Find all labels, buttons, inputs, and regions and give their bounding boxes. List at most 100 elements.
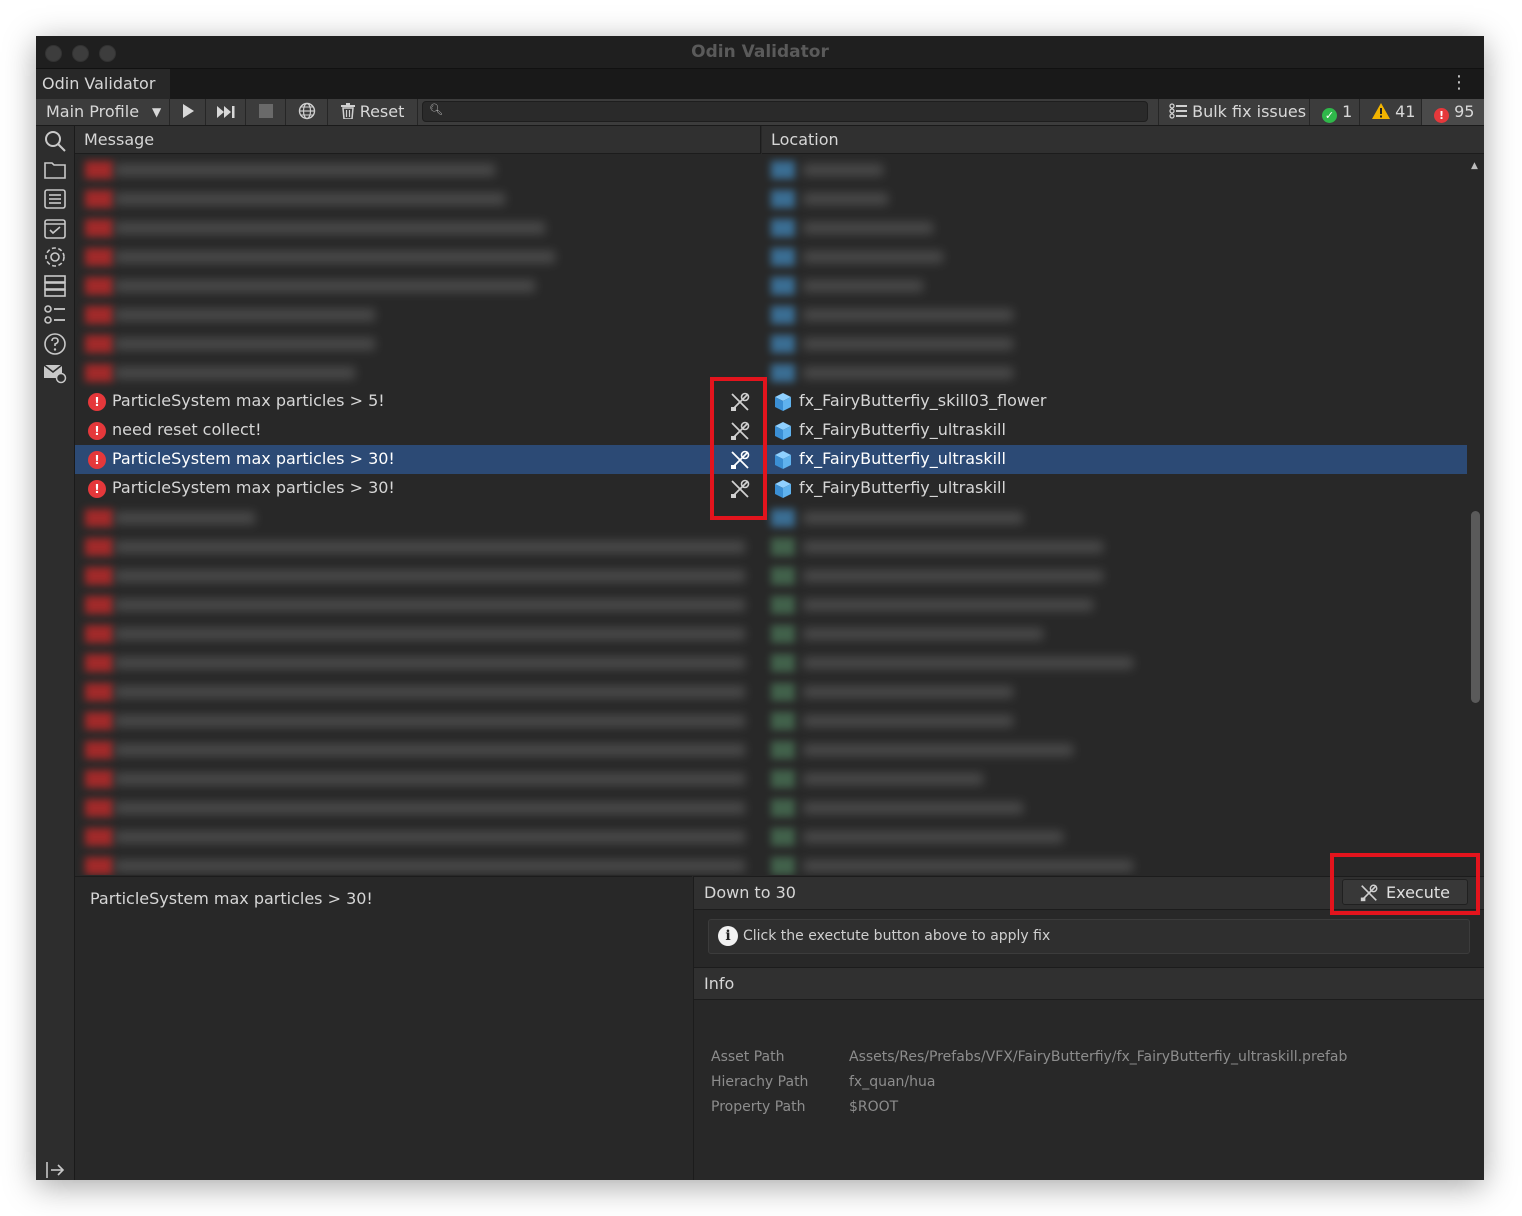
fix-details-panel: Down to 30 Execute i Click the exectute … [693, 876, 1484, 1180]
selected-message-panel: ParticleSystem max particles > 30! [75, 876, 692, 1180]
reset-button[interactable]: Reset [328, 99, 418, 125]
blurred-row[interactable] [75, 532, 1467, 561]
search-input[interactable]: 🔍︎ [422, 101, 1148, 122]
fix-title: Down to 30 [704, 883, 796, 902]
blurred-row[interactable] [75, 735, 1467, 764]
stop-icon [258, 104, 273, 118]
search-icon: 🔍︎ [429, 103, 443, 116]
left-navigation [36, 126, 75, 1180]
play-icon [182, 104, 194, 118]
bulk-fix-button[interactable]: Bulk fix issues [1158, 99, 1308, 125]
step-forward-button[interactable] [206, 99, 246, 125]
hierarchy-path-label: Hierachy Path [711, 1074, 809, 1090]
issue-location: fx_FairyButterfiy_ultraskill [799, 449, 1006, 468]
issue-location: fx_FairyButterfiy_skill03_flower [799, 391, 1047, 410]
stacked-rows-icon[interactable] [43, 274, 67, 298]
blurred-row[interactable] [75, 851, 1467, 875]
prefab-cube-icon [775, 422, 791, 440]
error-icon: ! [88, 393, 106, 411]
prefab-cube-icon [775, 480, 791, 498]
blurred-row[interactable] [75, 213, 1467, 242]
issue-message: ParticleSystem max particles > 30! [112, 478, 395, 497]
list-icon[interactable] [43, 187, 67, 211]
error-icon: ! [88, 480, 106, 498]
issue-message: ParticleSystem max particles > 30! [112, 449, 395, 468]
blurred-row[interactable] [75, 590, 1467, 619]
message-column-header[interactable]: Message [75, 126, 761, 154]
toolbar: Main Profile ▼ Reset 🔍︎ Bulk fix issues … [36, 99, 1484, 126]
blurred-row[interactable] [75, 503, 1467, 532]
blurred-row[interactable] [75, 822, 1467, 851]
dropdown-arrow-icon: ▼ [152, 105, 162, 119]
property-path-label: Property Path [711, 1099, 806, 1115]
fix-buttons-highlight [710, 377, 767, 520]
vertical-ellipsis-icon[interactable]: ⋮ [1450, 72, 1468, 93]
window-title: Odin Validator [691, 42, 829, 62]
collapse-panel-icon[interactable] [43, 1158, 67, 1180]
gear-icon[interactable] [43, 245, 67, 269]
checklist-icon[interactable] [43, 303, 67, 327]
blurred-row[interactable] [75, 793, 1467, 822]
execute-button-highlight [1330, 853, 1480, 915]
scroll-up-arrow-icon[interactable]: ▲ [1471, 161, 1478, 171]
check-circle-icon: ✓ [1322, 108, 1337, 123]
mail-settings-icon[interactable] [43, 361, 67, 385]
tab-odin-validator[interactable]: Odin Validator [36, 69, 170, 99]
globe-icon [298, 102, 315, 120]
valid-count: 1 [1342, 102, 1353, 121]
fix-hint: Click the exectute button above to apply… [743, 928, 1051, 944]
blurred-row[interactable] [75, 271, 1467, 300]
blurred-row[interactable] [75, 329, 1467, 358]
warning-count: 41 [1395, 102, 1416, 121]
warning-filter-toggle[interactable]: 41 [1359, 99, 1421, 125]
blurred-row[interactable] [75, 300, 1467, 329]
error-icon: ! [88, 422, 106, 440]
asset-path-value: Assets/Res/Prefabs/VFX/FairyButterfiy/fx… [849, 1049, 1348, 1065]
issue-message: ParticleSystem max particles > 5! [112, 391, 385, 410]
issue-row[interactable]: ! need reset collect! fx_FairyButterfiy_… [75, 416, 1467, 445]
location-column-header[interactable]: Location [762, 126, 1484, 154]
property-path-value: $ROOT [849, 1099, 899, 1115]
warning-triangle-icon [1372, 103, 1390, 119]
prefab-cube-icon [775, 393, 791, 411]
checklist-icon [1169, 103, 1187, 119]
blurred-row[interactable] [75, 706, 1467, 735]
calendar-check-icon[interactable] [43, 216, 67, 240]
blurred-row[interactable] [75, 184, 1467, 213]
valid-filter-toggle[interactable]: ✓ 1 [1309, 99, 1359, 125]
issue-message: need reset collect! [112, 420, 262, 439]
help-icon[interactable] [43, 332, 67, 356]
issue-row[interactable]: ! ParticleSystem max particles > 30! fx_… [75, 474, 1467, 503]
blurred-row[interactable] [75, 561, 1467, 590]
issue-list[interactable]: ! ParticleSystem max particles > 5! fx_F… [75, 155, 1467, 875]
profile-label: Main Profile [46, 102, 140, 121]
error-circle-icon: ! [1434, 108, 1449, 123]
issue-location: fx_FairyButterfiy_ultraskill [799, 478, 1006, 497]
reset-label: Reset [359, 102, 405, 121]
blurred-row[interactable] [75, 358, 1467, 387]
tab-strip: Odin Validator ⋮ [36, 69, 1484, 99]
blurred-row[interactable] [75, 648, 1467, 677]
title-bar: Odin Validator [36, 36, 1484, 69]
trash-icon [340, 103, 355, 120]
profile-dropdown[interactable]: Main Profile ▼ [36, 99, 170, 125]
globe-button[interactable] [286, 99, 328, 125]
fast-forward-icon [216, 106, 234, 118]
error-filter-toggle[interactable]: ! 95 [1421, 99, 1484, 125]
selected-message: ParticleSystem max particles > 30! [90, 889, 373, 908]
folder-icon[interactable] [43, 158, 67, 182]
blurred-row[interactable] [75, 242, 1467, 271]
issue-row[interactable]: ! ParticleSystem max particles > 5! fx_F… [75, 387, 1467, 416]
blurred-row[interactable] [75, 155, 1467, 184]
list-scrollbar[interactable]: ▲ [1468, 155, 1482, 875]
issue-row-selected[interactable]: ! ParticleSystem max particles > 30! fx_… [75, 445, 1467, 474]
scrollbar-thumb[interactable] [1471, 511, 1480, 703]
blurred-row[interactable] [75, 619, 1467, 648]
search-icon[interactable] [43, 129, 67, 153]
blurred-row[interactable] [75, 677, 1467, 706]
info-header: Info [694, 967, 1484, 1000]
blurred-row[interactable] [75, 764, 1467, 793]
stop-button[interactable] [246, 99, 286, 125]
info-icon: i [718, 926, 738, 946]
play-button[interactable] [170, 99, 206, 125]
